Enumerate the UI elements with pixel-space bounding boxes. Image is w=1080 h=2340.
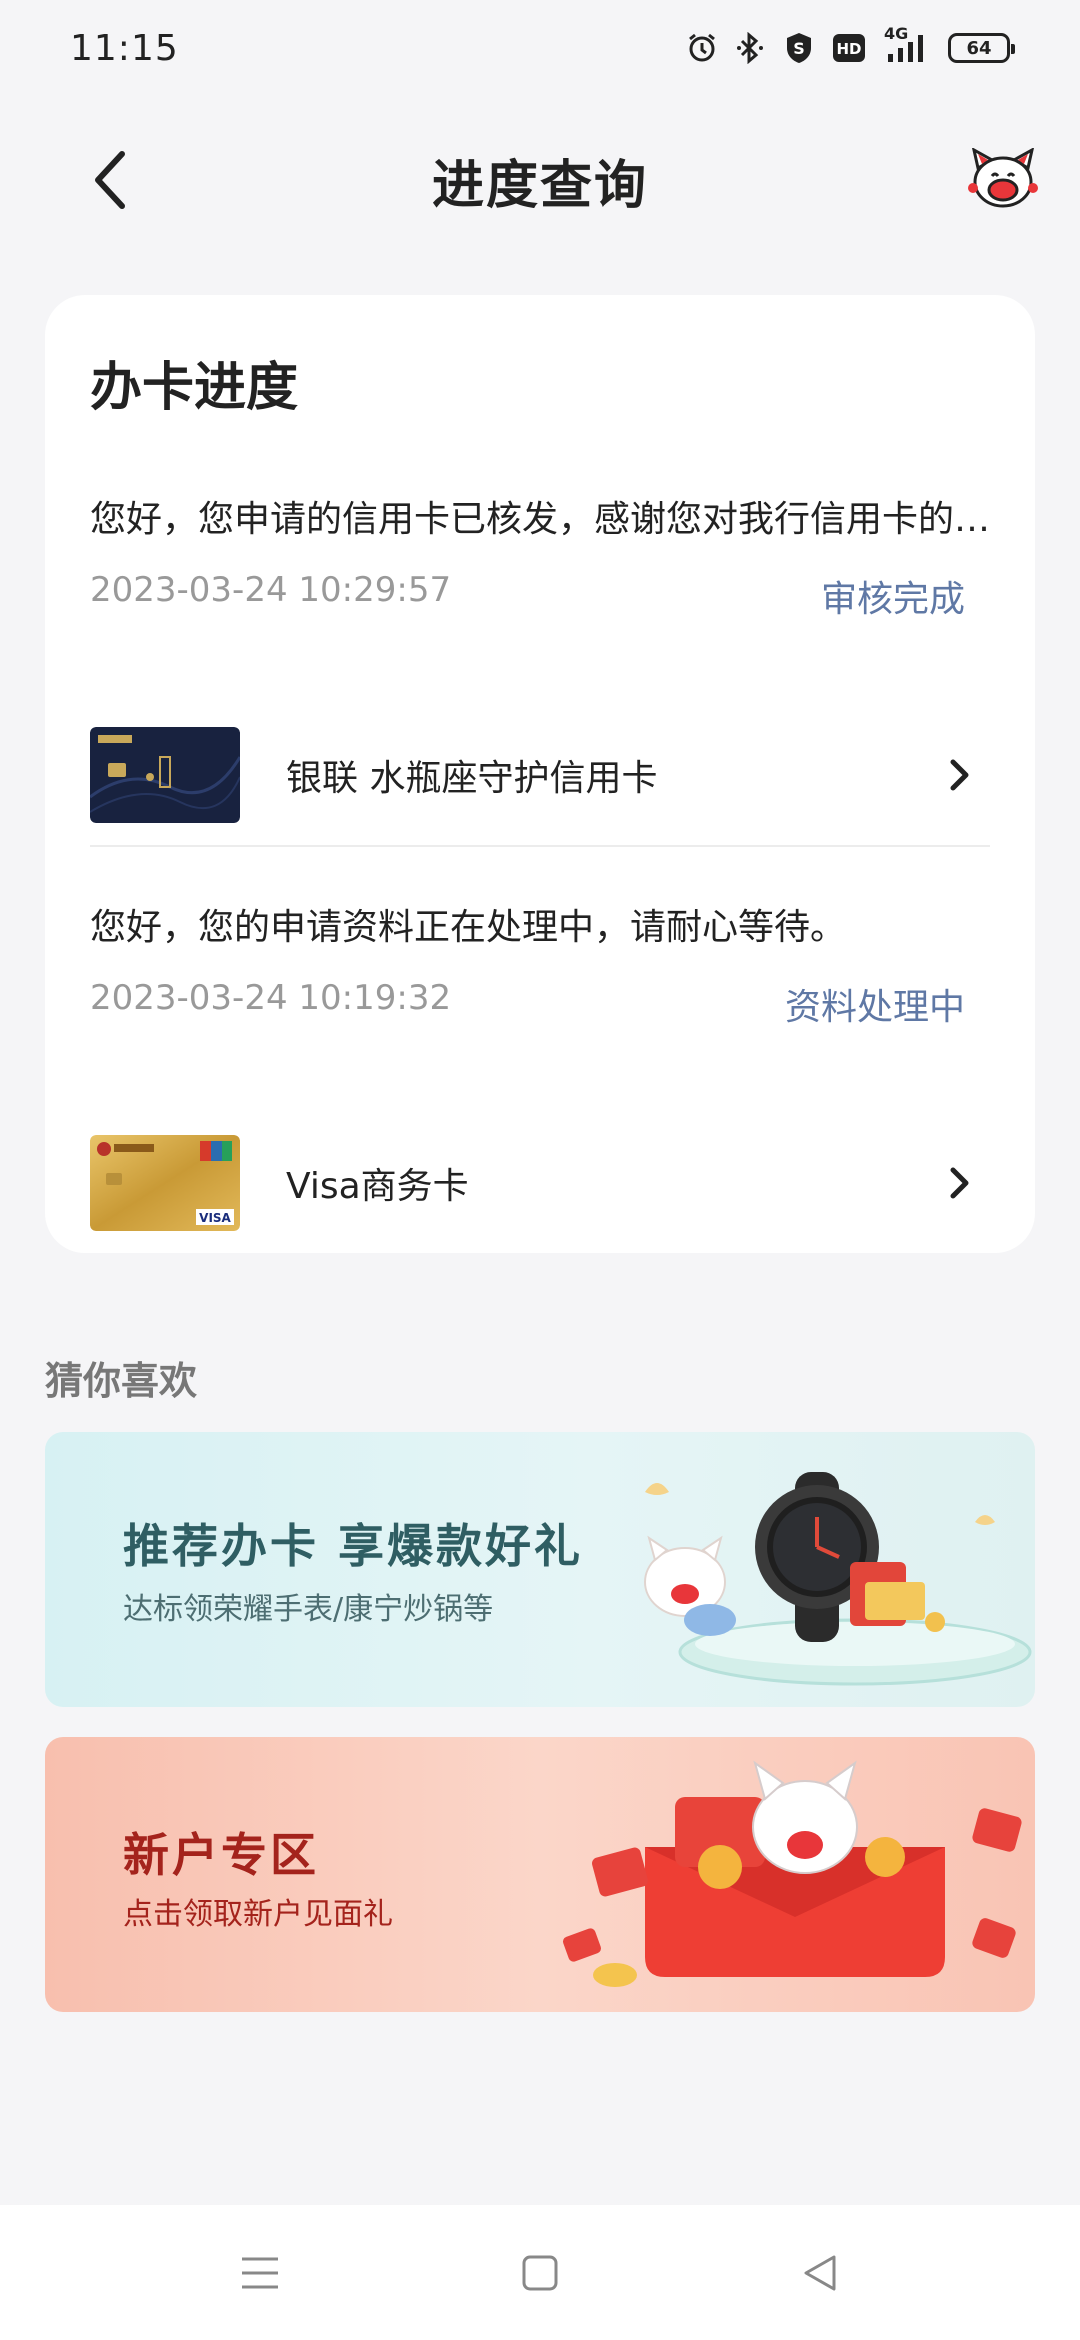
card-row[interactable]: 银联 水瓶座守护信用卡 — [90, 725, 1010, 825]
svg-text:S: S — [793, 39, 805, 58]
watch-gift-illustration — [644, 1472, 1032, 1686]
record-message: 您好，您的申请资料正在处理中，请耐心等待。 — [90, 907, 847, 948]
chevron-right-icon — [940, 755, 980, 795]
record-time: 2023-03-24 10:19:32 — [90, 978, 452, 1018]
svg-text:HD: HD — [836, 40, 861, 58]
banner-headline: 推荐办卡 享爆款好礼 — [123, 1519, 584, 1573]
record-meta: 2023-03-24 10:19:32 资料处理中 — [90, 978, 965, 1030]
home-square-icon[interactable] — [515, 2248, 565, 2298]
alarm-icon — [686, 32, 718, 64]
record-time: 2023-03-24 10:29:57 — [90, 570, 452, 610]
bluetooth-icon — [736, 32, 766, 64]
battery-icon: 64 — [948, 33, 1015, 63]
status-bar: 11:15 S HD 4G 64 — [0, 0, 1080, 96]
status-time: 11:15 — [70, 27, 179, 69]
back-triangle-icon[interactable] — [795, 2248, 845, 2298]
card-name: Visa商务卡 — [286, 1166, 469, 1207]
section-title: 猜你喜欢 — [45, 1359, 198, 1403]
system-nav-bar — [0, 2205, 1080, 2340]
assistant-button[interactable] — [968, 147, 1038, 212]
card-thumbnail: VISA — [90, 1135, 240, 1231]
signal-icon: 4G — [884, 24, 930, 64]
status-badge: 资料处理中 — [784, 987, 965, 1028]
promo-banner-card-referral[interactable]: 推荐办卡 享爆款好礼 达标领荣耀手表/康宁炒锅等 — [45, 1432, 1035, 1707]
page-title: 进度查询 — [431, 155, 648, 216]
back-button[interactable] — [80, 150, 140, 210]
status-badge: 审核完成 — [820, 579, 965, 620]
network-label: 4G — [884, 24, 909, 43]
banner-subtitle: 点击领取新户见面礼 — [123, 1897, 393, 1932]
card-name: 银联 水瓶座守护信用卡 — [286, 758, 658, 799]
svg-text:VISA: VISA — [199, 1211, 231, 1225]
progress-card: 办卡进度 您好，您申请的信用卡已核发，感谢您对我行信用卡的… 2023-03-2… — [45, 295, 1035, 1253]
promo-banner-new-customer[interactable]: 新户专区 点击领取新户见面礼 — [45, 1737, 1035, 2012]
hd-icon: HD — [832, 33, 866, 63]
record-meta: 2023-03-24 10:29:57 审核完成 — [90, 570, 965, 622]
card-thumbnail — [90, 727, 240, 823]
card-title: 办卡进度 — [90, 358, 299, 418]
progress-record: 您好，您的申请资料正在处理中，请耐心等待。 2023-03-24 10:19:3… — [90, 898, 990, 1231]
status-icons: S HD 4G 64 — [686, 24, 1015, 65]
divider — [90, 845, 990, 847]
banner-headline: 新户专区 — [123, 1828, 319, 1882]
cat-mascot-icon — [968, 147, 1038, 208]
menu-icon[interactable] — [235, 2248, 285, 2298]
nav-bar: 进度查询 — [0, 120, 1080, 240]
progress-record: 您好，您申请的信用卡已核发，感谢您对我行信用卡的… 2023-03-24 10:… — [90, 490, 990, 823]
red-envelope-illustration — [562, 1760, 1022, 1987]
shield-icon: S — [784, 31, 814, 65]
chevron-right-icon — [940, 1163, 980, 1203]
banner-subtitle: 达标领荣耀手表/康宁炒锅等 — [123, 1592, 494, 1627]
record-message: 您好，您申请的信用卡已核发，感谢您对我行信用卡的… — [90, 499, 990, 540]
chevron-left-icon — [95, 151, 125, 209]
card-row[interactable]: VISA Visa商务卡 — [90, 1133, 1010, 1233]
